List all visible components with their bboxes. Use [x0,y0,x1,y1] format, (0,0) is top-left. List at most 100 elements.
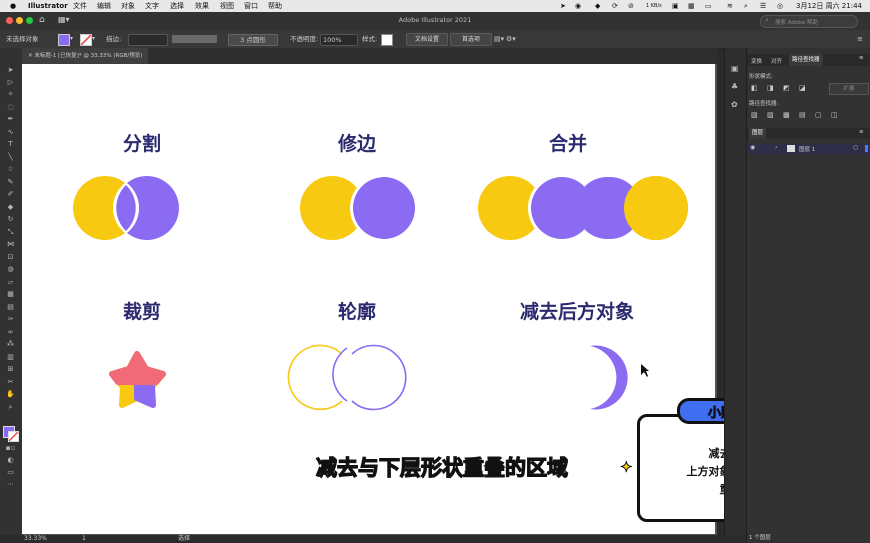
tab-transform[interactable]: 变换 [751,57,762,65]
hand-tool-icon[interactable]: ✋ [4,390,17,399]
menu-edit[interactable]: 编辑 [97,0,111,12]
sync-icon[interactable]: ⟳ [612,0,618,12]
intersect-icon[interactable]: ◩ [783,84,790,92]
opacity-input[interactable]: 100% [320,34,358,46]
color-mode-icon[interactable]: ▪▫ [4,444,17,453]
width-tool-icon[interactable]: ⋈ [4,240,17,249]
stroke-indicator[interactable] [8,431,19,442]
eyedropper-tool-icon[interactable]: ✑ [4,315,17,324]
libraries-panel-icon[interactable]: ♣ [731,82,738,91]
layer-name[interactable]: 图层 1 [799,145,815,153]
screen-mode-icon[interactable]: ▭ [4,468,17,477]
lasso-tool-icon[interactable]: ◌ [4,103,17,112]
scale-tool-icon[interactable]: ⤡ [4,228,17,237]
crop-example[interactable] [109,351,166,408]
siri-icon[interactable]: ◎ [777,0,783,12]
trim-example[interactable] [300,174,418,242]
menubar-clock[interactable]: 3月12日 周六 21:44 [796,0,862,12]
rotate-tool-icon[interactable]: ↻ [4,215,17,224]
curvature-tool-icon[interactable]: ∿ [4,128,17,137]
magic-wand-tool-icon[interactable]: ✧ [4,90,17,99]
artboard[interactable]: 分割 修边 合并 裁剪 轮廓 减去后方对象 减去与下层形状重叠的区域 ✦ [22,64,857,534]
column-graph-tool-icon[interactable]: ▥ [4,353,17,362]
paintbrush-tool-icon[interactable]: ✎ [4,178,17,187]
blend-tool-icon[interactable]: ∞ [4,328,17,337]
zoom-level[interactable]: 33.33% [24,535,47,543]
shield-icon[interactable]: ◆ [595,0,600,12]
free-transform-tool-icon[interactable]: ⊡ [4,253,17,262]
pathfinder-menu-icon[interactable]: ≡ [859,55,864,61]
menu-help[interactable]: 帮助 [268,0,282,12]
zoom-tool-icon[interactable]: ⌕ [4,403,17,412]
artboard-tool-icon[interactable]: ⊞ [4,365,17,374]
shaper-tool-icon[interactable]: ✐ [4,190,17,199]
layers-menu-icon[interactable]: ≡ [859,129,864,135]
minus-back-example[interactable] [590,345,628,410]
expand-button[interactable]: 扩展 [829,83,869,95]
document-tab[interactable]: ✕ 未标题-1 [已恢复]* @ 33.33% (RGB/预览) [22,48,149,64]
tab-align[interactable]: 对齐 [771,57,782,65]
menu-object[interactable]: 对象 [121,0,135,12]
visibility-eye-icon[interactable]: ◉ [750,144,755,151]
shape-builder-tool-icon[interactable]: ◍ [4,265,17,274]
trim-icon[interactable]: ▨ [767,111,774,119]
divide-icon[interactable]: ▧ [751,111,758,119]
perspective-grid-tool-icon[interactable]: ▱ [4,278,17,287]
artboard-number[interactable]: 1 [82,535,86,543]
divide-example[interactable] [73,175,179,240]
stroke-color-swatch[interactable] [80,34,92,46]
mute-icon[interactable]: ⊘ [628,0,634,12]
fill-color-swatch[interactable] [58,34,70,46]
line-tool-icon[interactable]: ╲ [4,153,17,162]
document-setup-button[interactable]: 文档设置 [406,33,448,46]
type-tool-icon[interactable]: T [4,140,17,149]
menu-select[interactable]: 选择 [170,0,184,12]
outline-icon[interactable]: ▢ [815,111,822,119]
keyboard-icon[interactable]: ▦ [688,0,695,12]
preferences-button[interactable]: 首选项 [450,33,492,46]
control-center-icon[interactable]: ☰ [760,0,766,12]
gradient-tool-icon[interactable]: ▤ [4,303,17,312]
arrange-icon[interactable]: ▤▾ [494,30,504,48]
graphic-style-swatch[interactable] [381,34,393,46]
menu-file[interactable]: 文件 [73,0,87,12]
symbol-sprayer-tool-icon[interactable]: ⁂ [4,340,17,349]
menu-app-name[interactable]: Illustrator [28,0,68,12]
unite-icon[interactable]: ◧ [751,84,758,92]
properties-panel-icon[interactable]: ▣ [731,64,739,73]
record-icon[interactable]: ◉ [575,0,581,12]
location-icon[interactable]: ➤ [560,0,566,12]
battery-icon[interactable]: ▭ [705,0,712,12]
slice-tool-icon[interactable]: ✂ [4,378,17,387]
merge-icon[interactable]: ▩ [783,111,790,119]
stroke-dropdown-icon[interactable]: ▾ [92,30,95,48]
help-search-input[interactable]: ⌕ 搜索 Adobe 帮助 [760,15,858,28]
layer-target-icon[interactable]: ○ [853,144,858,151]
outline-example[interactable] [287,344,407,411]
color-panel-icon[interactable]: ✿ [731,100,738,109]
select-similar-icon[interactable]: ⚙▾ [506,30,516,48]
direct-selection-tool-icon[interactable]: ▷ [4,78,17,87]
menu-type[interactable]: 文字 [145,0,159,12]
tab-pathfinder[interactable]: 路径查找器 [789,54,823,66]
fill-dropdown-icon[interactable]: ▾ [70,30,73,48]
wifi-icon[interactable]: ≋ [727,0,733,12]
shape-tool-icon[interactable]: ☆ [4,165,17,174]
merge-example[interactable] [478,174,690,242]
minus-front-icon[interactable]: ◨ [767,84,774,92]
expand-layer-icon[interactable]: › [775,144,777,151]
apple-icon[interactable]: ● [10,0,16,12]
eraser-tool-icon[interactable]: ◆ [4,203,17,212]
mesh-tool-icon[interactable]: ▦ [4,290,17,299]
crop-icon[interactable]: ▤ [799,111,806,119]
layer-row[interactable]: ◉ › 图层 1 ○ [747,144,870,154]
brush-definition-dropdown[interactable]: 3 点圆形 [228,34,278,46]
panel-menu-icon[interactable]: ≡ [857,30,863,48]
minus-back-icon[interactable]: ◫ [831,111,838,119]
exclude-icon[interactable]: ◪ [799,84,806,92]
stroke-weight-input[interactable] [128,34,168,46]
spotlight-icon[interactable]: ⌕ [744,0,748,12]
menu-effect[interactable]: 效果 [195,0,209,12]
selection-tool-icon[interactable]: ➤ [4,66,17,75]
draw-mode-icon[interactable]: ◐ [4,456,17,465]
